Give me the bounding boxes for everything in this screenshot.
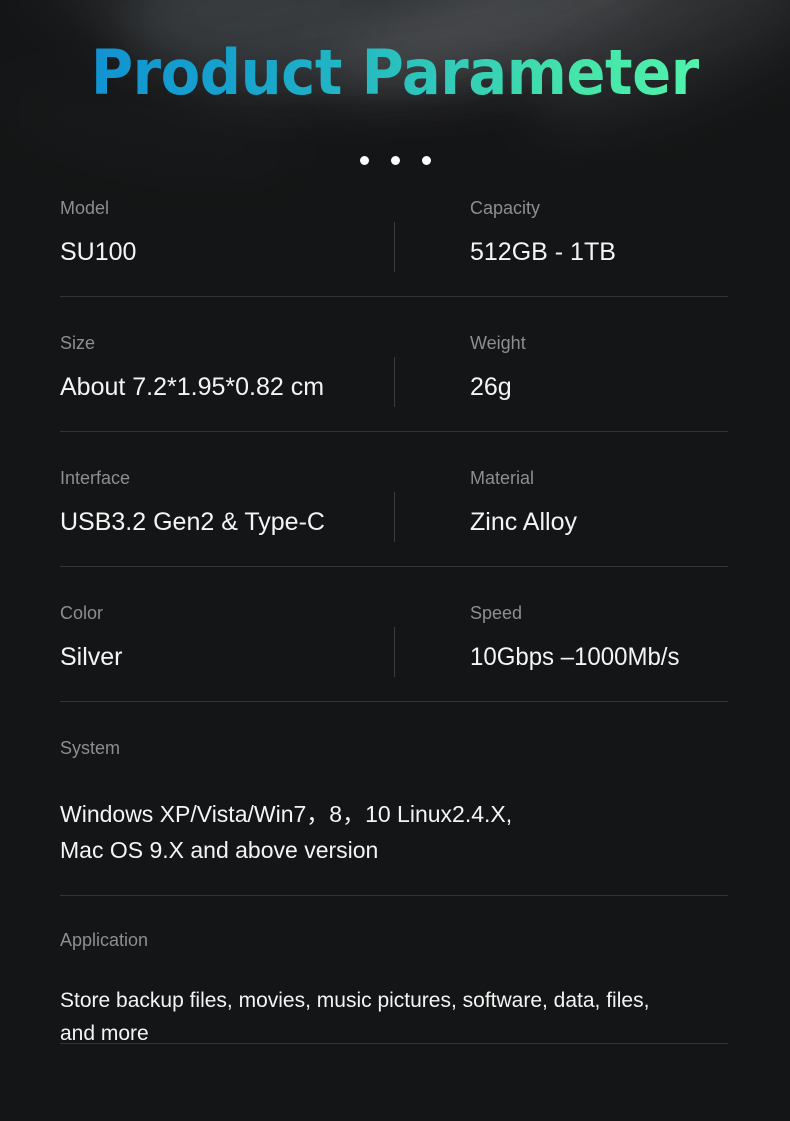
spec-value-color: Silver <box>60 643 123 671</box>
application-line-2: and more <box>60 1022 149 1045</box>
spec-label-interface: Interface <box>60 468 131 488</box>
spec-label-system: System <box>60 738 121 758</box>
spec-value-interface: USB3.2 Gen2 & Type-C <box>60 508 325 536</box>
spec-block-application: Application Store backup files, movies, … <box>60 930 730 1070</box>
product-parameter-page: Product Parameter Model SU100 Capacity 5… <box>0 0 790 1121</box>
spec-value-model: SU100 <box>60 238 137 266</box>
spec-label-application: Application <box>60 930 149 950</box>
row-divider <box>60 431 728 432</box>
spec-value-weight: 26g <box>470 373 512 401</box>
spec-label-material: Material <box>470 468 535 488</box>
spec-block-system: System Windows XP/Vista/Win7，8，10 Linux2… <box>60 738 730 930</box>
spec-cell-material: Material Zinc Alloy <box>470 468 577 536</box>
spec-row-interface-material: Interface USB3.2 Gen2 & Type-C Material … <box>60 468 730 603</box>
spec-value-speed: 10Gbps –1000Mb/s <box>470 643 680 671</box>
spec-cell-model: Model SU100 <box>60 198 136 266</box>
system-line-2: Mac OS 9.X and above version <box>60 837 379 863</box>
row-divider <box>60 1043 728 1044</box>
row-divider <box>60 296 728 297</box>
spec-label-model: Model <box>60 198 110 218</box>
spec-value-capacity: 512GB - 1TB <box>470 238 616 266</box>
spec-label-speed: Speed <box>470 603 523 623</box>
dot-separator <box>0 156 790 165</box>
spec-value-size: About 7.2*1.95*0.82 cm <box>60 373 325 401</box>
dot-3 <box>421 156 431 165</box>
column-divider <box>394 627 395 677</box>
dot-1 <box>359 156 369 165</box>
spec-label-color: Color <box>60 603 104 623</box>
spec-row-size-weight: Size About 7.2*1.95*0.82 cm Weight 26g <box>60 333 730 468</box>
spec-value-material: Zinc Alloy <box>470 508 577 536</box>
spec-cell-speed: Speed 10Gbps –1000Mb/s <box>470 603 688 671</box>
spec-table: Model SU100 Capacity 512GB - 1TB Size Ab… <box>60 198 730 1070</box>
spec-value-system: Windows XP/Vista/Win7，8，10 Linux2.4.X, M… <box>60 796 730 868</box>
spec-cell-color: Color Silver <box>60 603 123 671</box>
column-divider <box>394 492 395 542</box>
spec-label-size: Size <box>60 333 96 353</box>
spec-label-weight: Weight <box>470 333 526 353</box>
page-title-container: Product Parameter <box>0 42 790 104</box>
column-divider <box>394 222 395 272</box>
column-divider <box>394 357 395 407</box>
spec-label-capacity: Capacity <box>470 198 541 218</box>
row-divider <box>60 895 728 896</box>
spec-cell-capacity: Capacity 512GB - 1TB <box>470 198 616 266</box>
spec-cell-size: Size About 7.2*1.95*0.82 cm <box>60 333 324 401</box>
spec-cell-interface: Interface USB3.2 Gen2 & Type-C <box>60 468 325 536</box>
dot-2 <box>390 156 400 165</box>
spec-row-model-capacity: Model SU100 Capacity 512GB - 1TB <box>60 198 730 333</box>
system-line-1: Windows XP/Vista/Win7，8，10 Linux2.4.X, <box>60 801 513 827</box>
spec-row-color-speed: Color Silver Speed 10Gbps –1000Mb/s <box>60 603 730 738</box>
row-divider <box>60 566 728 567</box>
row-divider <box>60 701 728 702</box>
application-line-1: Store backup files, movies, music pictur… <box>60 989 650 1012</box>
page-title: Product Parameter <box>91 36 699 109</box>
spec-cell-weight: Weight 26g <box>470 333 526 401</box>
spec-value-application: Store backup files, movies, music pictur… <box>60 984 730 1050</box>
